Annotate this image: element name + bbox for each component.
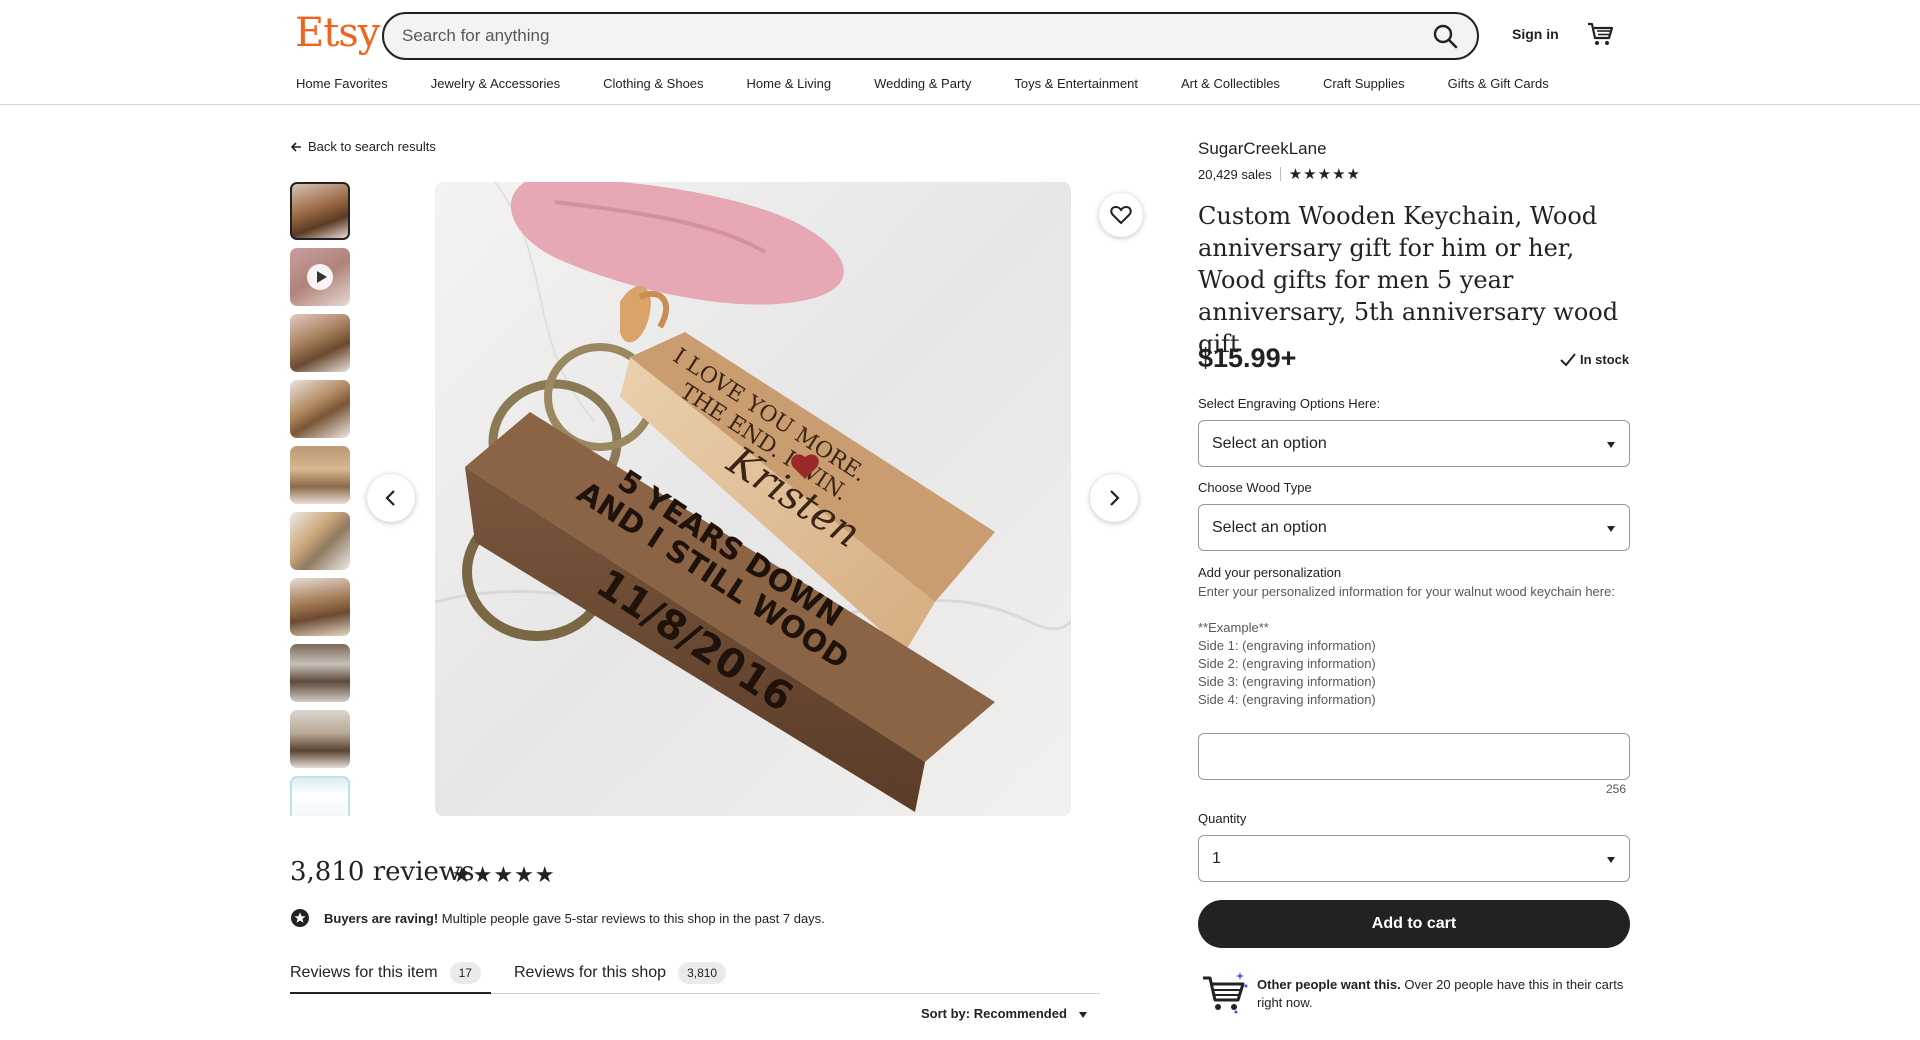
thumbnail-image[interactable] [290,512,350,570]
tab-reviews-item-label: Reviews for this item [290,964,438,981]
tab-reviews-shop[interactable]: Reviews for this shop 3,810 [514,954,727,992]
engraving-options-select[interactable]: Select an option [1198,420,1630,467]
tab-reviews-shop-label: Reviews for this shop [514,964,667,981]
shop-rating-stars-icon: ★★★★★ [1288,166,1361,183]
personalization-line: **Example** [1198,620,1269,635]
reviews-count-title: 3,810 reviews [290,857,475,887]
main-product-image[interactable]: I LOVE YOU MORE. THE END. I WIN. Kristen… [435,182,1071,816]
quantity-value: 1 [1212,849,1221,867]
sign-in-link[interactable]: Sign in [1512,26,1559,42]
sort-dropdown[interactable]: Sort by: Recommended [921,1006,1087,1021]
category-toys[interactable]: Toys & Entertainment [1014,76,1138,91]
personalization-line: Side 2: (engraving information) [1198,656,1376,671]
tab-reviews-shop-count: 3,810 [678,962,727,984]
shop-sales-info: 20,429 sales ★★★★★ [1198,165,1361,183]
other-bold: Other people want this. [1257,977,1401,992]
listing-price: $15.99+ [1198,343,1297,373]
thumbnail-video[interactable] [290,248,350,306]
reviews-tabs: Reviews for this item 17 Reviews for thi… [290,954,1100,994]
personalization-line: Side 3: (engraving information) [1198,674,1376,689]
arrow-left-icon [290,141,301,152]
search-icon[interactable] [1431,22,1459,50]
buyers-raving-banner: Buyers are raving! Multiple people gave … [290,908,825,928]
quantity-select[interactable]: 1 [1198,835,1630,882]
engraving-options-label: Select Engraving Options Here: [1198,396,1381,411]
chevron-left-icon [385,490,395,506]
category-clothing[interactable]: Clothing & Shoes [603,76,703,91]
thumbnail-image[interactable] [290,644,350,702]
personalization-line [1198,601,1630,619]
quantity-label: Quantity [1198,811,1247,826]
category-home-favorites[interactable]: Home Favorites [296,76,388,91]
personalization-line: Side 4: (engraving information) [1198,692,1376,707]
personalization-textarea[interactable] [1198,733,1630,780]
wood-type-value: Select an option [1212,518,1327,536]
chevron-right-icon [1110,490,1120,506]
search-bar[interactable] [382,12,1479,60]
back-link-label: Back to search results [308,139,436,154]
raving-text: Multiple people gave 5-star reviews to t… [441,910,825,926]
star-badge-icon [291,909,309,927]
shop-name-link[interactable]: SugarCreekLane [1198,139,1327,159]
personalization-instructions: Enter your personalized information for … [1198,583,1630,709]
category-craft[interactable]: Craft Supplies [1323,76,1405,91]
reviews-stars-icon: ★★★★★ [452,862,556,887]
category-nav: Home Favorites Jewelry & Accessories Clo… [296,76,1549,91]
category-art[interactable]: Art & Collectibles [1181,76,1280,91]
stock-status: In stock [1560,352,1629,367]
caret-down-icon [1078,1011,1087,1018]
etsy-logo[interactable]: Etsy [295,10,380,56]
thumbnail-strip[interactable] [290,182,350,816]
thumbnail-image[interactable] [290,380,350,438]
raving-bold: Buyers are raving! [324,910,439,926]
thumbnail-image[interactable] [290,182,350,240]
caret-down-icon [1607,526,1615,532]
next-image-button[interactable] [1090,474,1138,522]
add-to-cart-button[interactable]: Add to cart [1198,900,1630,948]
thumbnail-image[interactable] [290,710,350,768]
wood-type-label: Choose Wood Type [1198,480,1312,495]
back-to-results-link[interactable]: Back to search results [290,139,436,154]
sales-count: 20,429 sales [1198,166,1272,182]
caret-down-icon [1607,442,1615,448]
tab-reviews-item-count: 17 [449,962,481,984]
checkmark-icon [1560,352,1576,366]
sort-label: Sort by: Recommended [921,1006,1067,1021]
thumbnail-image[interactable] [290,578,350,636]
divider [1279,167,1281,181]
stock-label: In stock [1580,352,1630,367]
play-icon [307,264,333,290]
caret-down-icon [1607,857,1615,863]
cart-sparkle-icon [1203,972,1248,1014]
listing-title: Custom Wooden Keychain, Wood anniversary… [1198,202,1619,358]
personalization-line: Enter your personalized information for … [1198,584,1615,599]
engraving-options-value: Select an option [1212,434,1327,452]
heart-icon [1110,205,1132,225]
wood-type-select[interactable]: Select an option [1198,504,1630,551]
personalization-title: Add your personalization [1198,565,1342,580]
category-jewelry[interactable]: Jewelry & Accessories [431,76,560,91]
prev-image-button[interactable] [367,474,415,522]
category-wedding[interactable]: Wedding & Party [874,76,971,91]
category-home-living[interactable]: Home & Living [747,76,832,91]
search-input[interactable] [402,14,1382,58]
tab-reviews-item[interactable]: Reviews for this item 17 [290,954,491,994]
thumbnail-image[interactable] [290,776,350,816]
personalization-line: Side 1: (engraving information) [1198,638,1376,653]
thumbnail-image[interactable] [290,314,350,372]
category-gifts[interactable]: Gifts & Gift Cards [1448,76,1549,91]
favorite-button[interactable] [1099,193,1143,237]
thumbnail-image[interactable] [290,446,350,504]
site-header: Etsy Sign in Home Favorites Jewelry & Ac… [0,0,1920,105]
personalization-char-count: 256 [1606,782,1627,796]
cart-icon[interactable] [1586,20,1614,48]
